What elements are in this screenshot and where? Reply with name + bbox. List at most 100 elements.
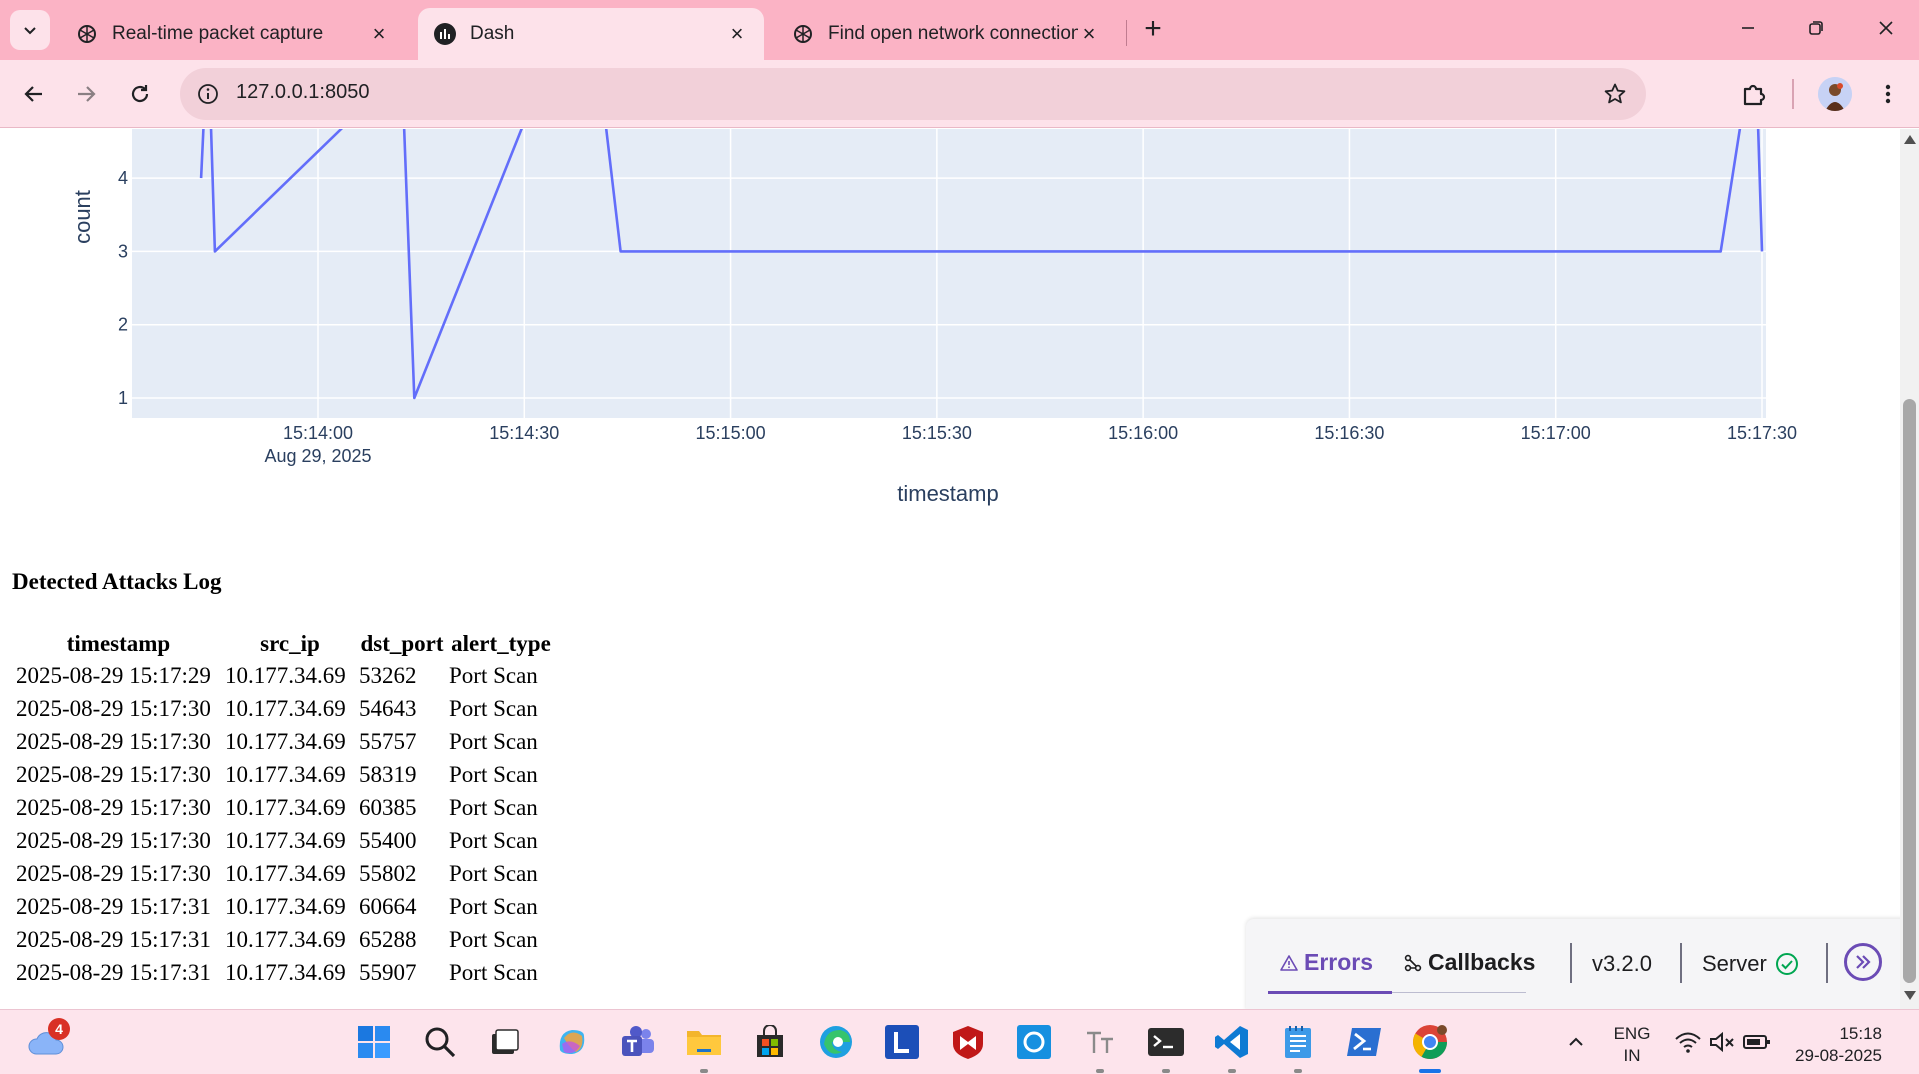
x-tick-label: 15:16:30 — [1314, 423, 1384, 443]
scrollbar-thumb[interactable] — [1903, 399, 1916, 983]
address-bar[interactable]: 127.0.0.1:8050 — [180, 68, 1646, 120]
extensions-button[interactable] — [1732, 72, 1776, 116]
taskbar-vscode[interactable] — [1212, 1022, 1252, 1062]
clock[interactable]: 15:18 29-08-2025 — [1790, 1023, 1900, 1067]
cell-src-ip: 10.177.34.69 — [225, 893, 346, 919]
taskbar-file-explorer[interactable] — [684, 1022, 724, 1062]
page-scrollbar[interactable] — [1900, 129, 1919, 1009]
cell-dst-port: 55802 — [359, 860, 417, 886]
close-icon — [1879, 21, 1893, 35]
taskbar-cortana-app[interactable] — [1014, 1022, 1054, 1062]
input-language-indicator[interactable]: ENG IN — [1604, 1023, 1660, 1067]
cell-timestamp: 2025-08-29 15:17:30 — [16, 794, 211, 820]
x-tick-label: 15:15:00 — [696, 423, 766, 443]
wifi-icon — [1675, 1032, 1701, 1053]
close-window-button[interactable] — [1856, 8, 1916, 48]
teams-icon — [622, 1026, 654, 1056]
count-over-time-chart[interactable]: 15:14:00 15:14:30 15:15:00 15:15:30 15:16:00… — [0, 129, 1900, 529]
tab-strip: Real-time packet capture × Dash × Find o… — [0, 0, 1919, 60]
clock-time: 15:18 — [1839, 1024, 1882, 1043]
start-button[interactable] — [354, 1022, 394, 1062]
new-tab-button[interactable]: + — [1136, 12, 1170, 46]
y-axis-title: count — [70, 190, 95, 244]
close-icon[interactable]: × — [726, 21, 748, 46]
scroll-up-arrow-icon[interactable] — [1904, 135, 1916, 144]
column-header-dst-port: dst_port — [360, 631, 444, 656]
minimize-button[interactable] — [1718, 8, 1778, 48]
collapse-menu-button[interactable] — [1844, 943, 1882, 981]
taskbar-edge[interactable] — [816, 1022, 856, 1062]
tab-network-connections[interactable]: Find open network connections × — [776, 8, 1116, 60]
x-tick-label: 15:16:00 — [1108, 423, 1178, 443]
warning-icon — [1280, 954, 1298, 971]
taskbar-powershell[interactable] — [1344, 1022, 1384, 1062]
running-indicator — [1294, 1069, 1302, 1073]
dash-debug-menu: Errors Callbacks v3.2.0 Server — [1246, 919, 1900, 1009]
browser-menu-button[interactable] — [1866, 72, 1910, 116]
x-tick-label: 15:14:30 — [489, 423, 559, 443]
font-tool-icon — [1087, 1031, 1113, 1053]
active-tab-indicator — [1268, 991, 1392, 994]
close-icon[interactable]: × — [1078, 21, 1100, 46]
table-row: 2025-08-29 15:17:31 10.177.34.69 55907 P… — [16, 956, 553, 989]
search-button[interactable] — [420, 1022, 460, 1062]
browser-toolbar: 127.0.0.1:8050 — [0, 60, 1919, 128]
task-view-icon — [492, 1029, 519, 1054]
table-row: 2025-08-29 15:17:30 10.177.34.69 54643 P… — [16, 692, 553, 725]
cell-dst-port: 65288 — [359, 926, 417, 952]
errors-tab[interactable]: Errors — [1280, 949, 1373, 976]
x-axis-title: timestamp — [897, 481, 998, 506]
table-row: 2025-08-29 15:17:30 10.177.34.69 55400 P… — [16, 824, 553, 857]
tab-packet-capture[interactable]: Real-time packet capture × — [60, 8, 406, 60]
language-code: ENG — [1613, 1024, 1651, 1043]
taskbar-notepad[interactable] — [1278, 1022, 1318, 1062]
cell-src-ip: 10.177.34.69 — [225, 761, 346, 787]
url-text[interactable]: 127.0.0.1:8050 — [236, 81, 369, 104]
profile-avatar[interactable] — [1818, 77, 1852, 111]
forward-button[interactable] — [64, 72, 108, 116]
battery-icon — [1743, 1035, 1770, 1049]
column-header-alert-type: alert_type — [451, 631, 551, 656]
copilot-icon — [559, 1030, 585, 1054]
speaker-muted-icon — [1710, 1031, 1734, 1053]
cell-alert-type: Port Scan — [449, 662, 538, 688]
reload-button[interactable] — [118, 72, 162, 116]
cell-dst-port: 60385 — [359, 794, 417, 820]
taskbar-teams[interactable] — [618, 1022, 658, 1062]
show-hidden-icons-button[interactable] — [1556, 1022, 1596, 1062]
taskbar-chrome[interactable] — [1410, 1022, 1450, 1062]
x-tick-label: 15:15:30 — [902, 423, 972, 443]
server-status[interactable]: Server — [1702, 951, 1799, 977]
notification-badge: 4 — [48, 1018, 70, 1040]
task-view-button[interactable] — [484, 1022, 524, 1062]
close-icon[interactable]: × — [368, 21, 390, 46]
table-header-row: timestamp src_ip dst_port alert_type — [16, 629, 553, 659]
tab-search-button[interactable] — [10, 10, 50, 50]
quick-settings-button[interactable] — [1668, 1022, 1778, 1062]
back-button[interactable] — [12, 72, 56, 116]
taskbar-copilot[interactable] — [552, 1022, 592, 1062]
running-indicator — [1228, 1069, 1236, 1073]
cell-timestamp: 2025-08-29 15:17:31 — [16, 926, 211, 952]
column-header-src-ip: src_ip — [260, 631, 320, 656]
taskbar-mcafee[interactable] — [948, 1022, 988, 1062]
site-info-icon[interactable] — [194, 80, 222, 108]
cell-timestamp: 2025-08-29 15:17:30 — [16, 761, 211, 787]
puzzle-icon — [1743, 84, 1766, 106]
bookmark-star-icon[interactable] — [1600, 79, 1630, 109]
tab-dash[interactable]: Dash × — [418, 8, 764, 60]
restore-button[interactable] — [1786, 8, 1846, 48]
table-row: 2025-08-29 15:17:30 10.177.34.69 60385 P… — [16, 791, 553, 824]
callbacks-tab[interactable]: Callbacks — [1404, 949, 1535, 976]
taskbar-terminal[interactable] — [1146, 1022, 1186, 1062]
callbacks-label: Callbacks — [1428, 949, 1536, 975]
cell-timestamp: 2025-08-29 15:17:31 — [16, 959, 211, 985]
terminal-icon — [1148, 1028, 1184, 1056]
taskbar-l-app[interactable] — [882, 1022, 922, 1062]
cell-dst-port: 58319 — [359, 761, 417, 787]
attacks-log-title: Detected Attacks Log — [12, 569, 222, 594]
taskbar-text-app[interactable] — [1080, 1022, 1120, 1062]
scroll-down-arrow-icon[interactable] — [1904, 991, 1916, 1000]
taskbar-store[interactable] — [750, 1022, 790, 1062]
circle-app-icon — [1017, 1025, 1051, 1059]
